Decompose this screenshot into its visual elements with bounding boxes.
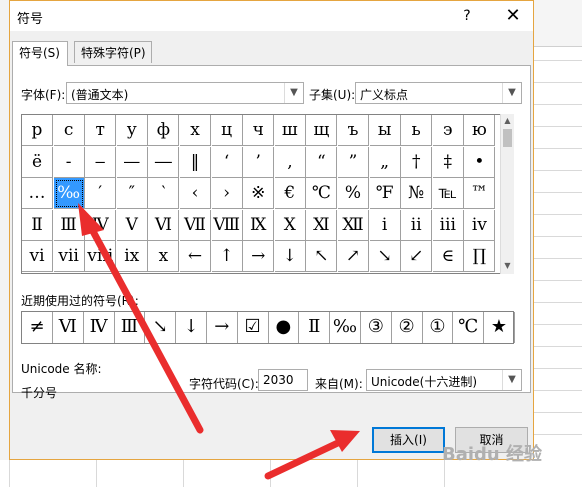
arrowhead-icon [78, 203, 104, 236]
tab-symbols[interactable]: 符号(S) [12, 41, 68, 66]
watermark: Baidu 经验 [442, 444, 543, 465]
annotation-arrow-to-insert [264, 437, 346, 480]
annotation-arrows [78, 203, 360, 480]
annotation-arrow-to-permille [84, 218, 204, 434]
